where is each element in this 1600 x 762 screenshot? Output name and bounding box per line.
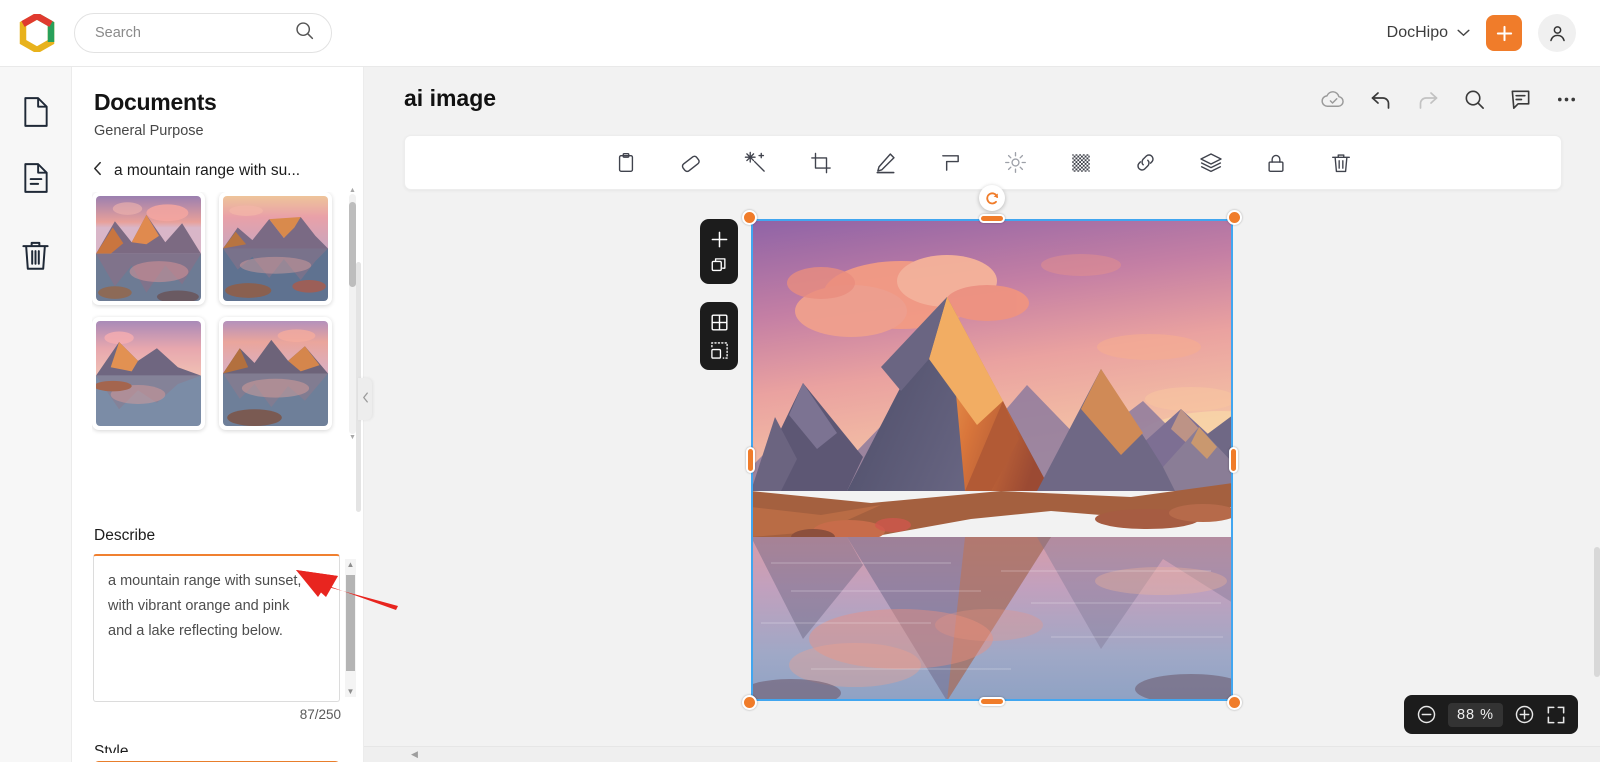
workspace-name: DocHipo bbox=[1386, 24, 1448, 41]
link-icon[interactable] bbox=[1134, 151, 1158, 175]
resize-handle-left[interactable] bbox=[746, 447, 755, 473]
panel-subtitle: General Purpose bbox=[94, 123, 204, 139]
top-bar: DocHipo bbox=[0, 0, 1600, 67]
dochipo-editor-app: DocHipo bbox=[0, 0, 1600, 762]
add-page-icon[interactable] bbox=[710, 230, 729, 249]
page-controls-group-1 bbox=[700, 219, 738, 284]
resize-handle-right[interactable] bbox=[1229, 447, 1238, 473]
panel-title: Documents bbox=[94, 89, 217, 115]
describe-scrollbar[interactable]: ▲ ▼ bbox=[345, 559, 356, 697]
logo-container[interactable] bbox=[0, 12, 74, 54]
cloud-saved-icon[interactable] bbox=[1321, 87, 1346, 112]
comment-icon[interactable] bbox=[1509, 88, 1532, 111]
chevron-left-icon bbox=[362, 390, 369, 408]
search-input[interactable] bbox=[95, 25, 294, 41]
thumbnails-scroll-thumb[interactable] bbox=[349, 202, 356, 287]
style-section-label: Style bbox=[94, 743, 129, 753]
resize-handle-top-right[interactable] bbox=[1227, 210, 1242, 225]
panel-collapse-toggle[interactable] bbox=[358, 378, 372, 420]
thumbnail-image-2 bbox=[223, 196, 328, 301]
document-text-icon bbox=[21, 162, 51, 199]
hscroll-left-arrow[interactable]: ◀ bbox=[364, 749, 418, 760]
rail-item-documents[interactable] bbox=[7, 151, 65, 209]
character-counter: 87/250 bbox=[299, 707, 341, 722]
thumbnail-item[interactable] bbox=[92, 192, 205, 305]
global-search[interactable] bbox=[74, 13, 332, 53]
search-icon[interactable] bbox=[1463, 88, 1486, 111]
left-rail bbox=[0, 67, 72, 762]
thumbnail-item[interactable] bbox=[92, 317, 205, 430]
zoom-in-icon[interactable] bbox=[1514, 704, 1535, 725]
rail-item-pages[interactable] bbox=[7, 85, 65, 143]
magic-wand-icon[interactable] bbox=[744, 151, 768, 175]
describe-label: Describe bbox=[94, 527, 156, 544]
transparency-icon[interactable] bbox=[1069, 151, 1093, 175]
thumbnails-scrollbar[interactable]: ▲ ▼ bbox=[349, 187, 356, 441]
resize-handle-bottom[interactable] bbox=[979, 697, 1005, 706]
lock-icon[interactable] bbox=[1264, 151, 1288, 175]
selected-image-element[interactable] bbox=[742, 185, 1242, 710]
dochipo-logo-icon bbox=[18, 12, 56, 54]
rotate-handle[interactable] bbox=[979, 185, 1005, 211]
flag-icon[interactable] bbox=[939, 151, 963, 175]
describe-scroll-up-arrow[interactable]: ▲ bbox=[345, 560, 356, 569]
breadcrumb-back[interactable]: a mountain range with su... bbox=[72, 139, 363, 181]
scroll-up-arrow[interactable]: ▲ bbox=[349, 187, 356, 194]
thumbnail-image-3 bbox=[96, 321, 201, 426]
layers-icon[interactable] bbox=[1199, 151, 1223, 175]
pencil-icon[interactable] bbox=[874, 151, 898, 175]
create-new-button[interactable] bbox=[1486, 15, 1522, 51]
topbar-actions: DocHipo bbox=[1387, 14, 1600, 52]
chevron-down-icon bbox=[1457, 24, 1470, 42]
resize-handle-bottom-left[interactable] bbox=[742, 695, 757, 710]
grid-layout-icon[interactable] bbox=[710, 313, 729, 332]
eraser-icon[interactable] bbox=[679, 151, 703, 175]
thumbnail-item[interactable] bbox=[219, 317, 332, 430]
search-icon[interactable] bbox=[294, 20, 315, 46]
delete-icon[interactable] bbox=[1329, 151, 1353, 175]
zoom-out-icon[interactable] bbox=[1416, 704, 1437, 725]
panel-scrollbar[interactable] bbox=[356, 262, 361, 762]
describe-scroll-thumb[interactable] bbox=[346, 575, 355, 671]
element-edit-toolbar bbox=[404, 135, 1562, 190]
document-actions bbox=[1321, 87, 1578, 112]
resize-handle-top-left[interactable] bbox=[742, 210, 757, 225]
undo-icon[interactable] bbox=[1369, 88, 1393, 112]
document-title[interactable]: ai image bbox=[404, 85, 496, 112]
more-options-icon[interactable] bbox=[1555, 88, 1578, 111]
scroll-down-arrow[interactable]: ▼ bbox=[349, 434, 356, 441]
describe-textarea[interactable]: a mountain range with sunset, with vibra… bbox=[93, 554, 340, 702]
resize-icon[interactable] bbox=[710, 341, 729, 360]
page-icon bbox=[21, 96, 51, 133]
thumbnail-item[interactable] bbox=[219, 192, 332, 305]
workspace-selector[interactable]: DocHipo bbox=[1387, 24, 1470, 42]
generated-thumbnails bbox=[92, 192, 342, 452]
crop-icon[interactable] bbox=[809, 151, 833, 175]
trash-icon bbox=[20, 239, 51, 277]
documents-panel: Documents General Purpose a mountain ran… bbox=[72, 67, 364, 762]
canvas-vertical-scrollbar[interactable] bbox=[1594, 547, 1600, 677]
chevron-left-icon bbox=[93, 161, 102, 181]
describe-scroll-down-arrow[interactable]: ▼ bbox=[345, 687, 356, 696]
page-controls-group-2 bbox=[700, 302, 738, 370]
canvas-horizontal-scrollbar[interactable]: ◀ bbox=[364, 746, 1600, 762]
clipboard-icon[interactable] bbox=[614, 151, 638, 175]
redo-icon[interactable] bbox=[1416, 88, 1440, 112]
breadcrumb-label: a mountain range with su... bbox=[114, 162, 301, 179]
rail-item-trash[interactable] bbox=[7, 229, 65, 287]
mountain-sunset-image bbox=[751, 219, 1233, 701]
zoom-control: 88 % bbox=[1403, 695, 1578, 734]
fit-screen-icon[interactable] bbox=[1546, 705, 1566, 725]
brightness-icon[interactable] bbox=[1004, 151, 1028, 175]
thumbnail-image-1 bbox=[96, 196, 201, 301]
thumbnail-image-4 bbox=[223, 321, 328, 426]
resize-handle-bottom-right[interactable] bbox=[1227, 695, 1242, 710]
duplicate-icon[interactable] bbox=[710, 256, 728, 274]
canvas-area: ai image 88 % ◀ bbox=[364, 67, 1600, 762]
zoom-level-value[interactable]: 88 % bbox=[1447, 702, 1503, 727]
user-account-button[interactable] bbox=[1538, 14, 1576, 52]
resize-handle-top[interactable] bbox=[979, 214, 1005, 223]
